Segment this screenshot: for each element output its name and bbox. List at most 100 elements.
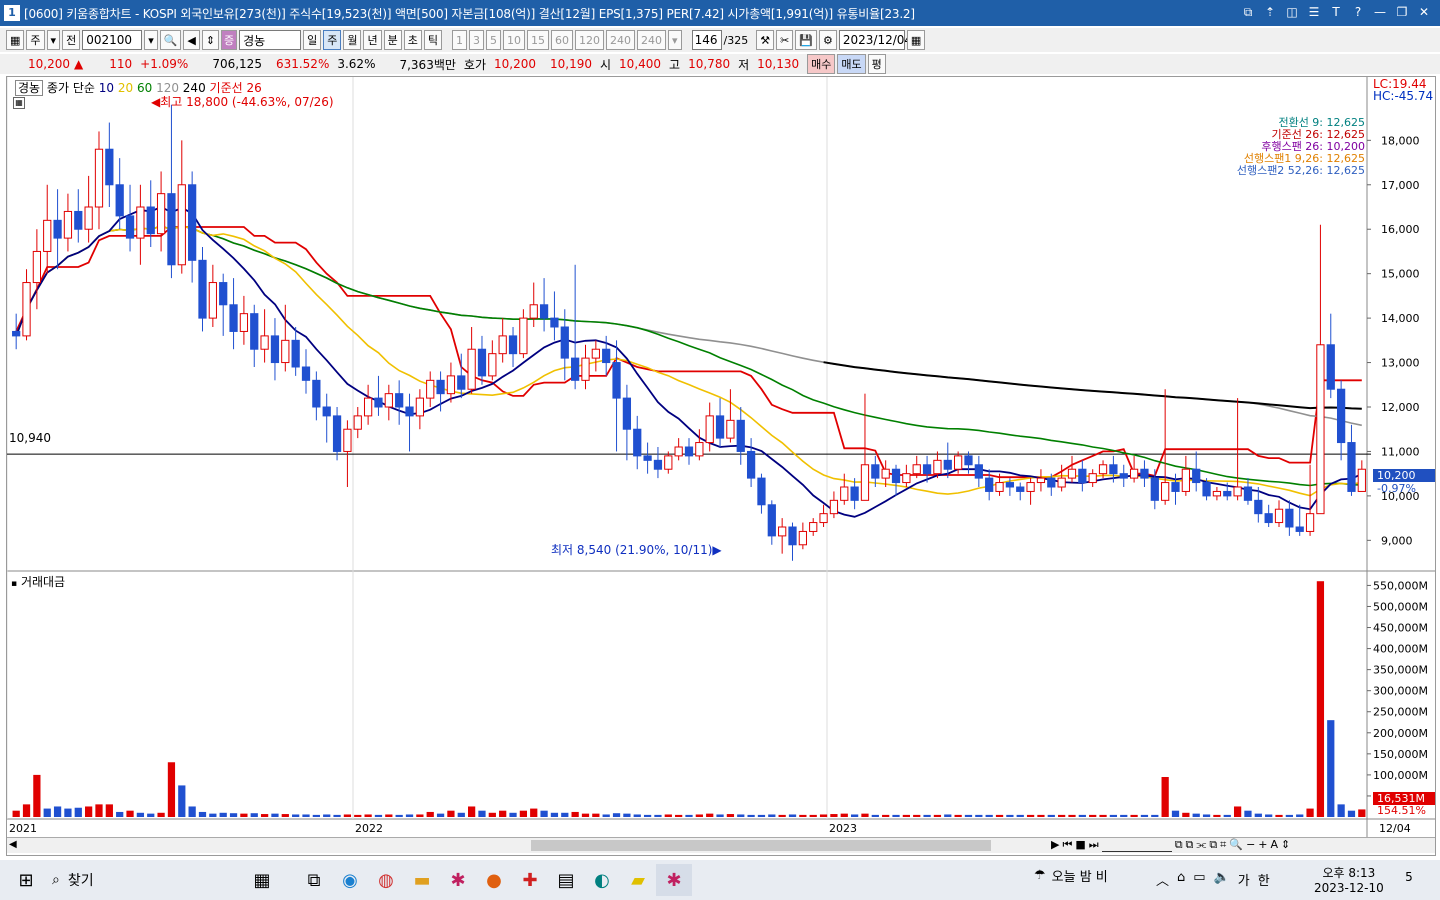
- stock-code-input[interactable]: 002100: [82, 30, 143, 50]
- calendar-icon[interactable]: ▦: [906, 30, 926, 50]
- minute-15[interactable]: 15: [526, 30, 549, 50]
- scroll-thumb[interactable]: [531, 840, 991, 851]
- font-icon[interactable]: A: [1271, 838, 1279, 852]
- lang-mode[interactable]: 한: [1258, 870, 1270, 889]
- task-view-icon[interactable]: ⧉: [296, 864, 332, 896]
- hash-icon[interactable]: ⌗: [1220, 838, 1226, 852]
- eval-button[interactable]: 평: [867, 54, 886, 74]
- minute-10[interactable]: 10: [502, 30, 525, 50]
- maximize-icon[interactable]: ❐: [1394, 4, 1410, 20]
- volume-bar: [1078, 814, 1086, 817]
- ime-mode[interactable]: 가: [1238, 870, 1250, 889]
- stop-icon[interactable]: ■: [1075, 838, 1085, 852]
- candle-body: [332, 415, 342, 452]
- chart-area[interactable]: 18,000 17,000 16,000 15,000 14,000 13,000 12,0…: [6, 76, 1436, 856]
- stock-name-tag[interactable]: 경농: [15, 80, 44, 96]
- search-icon[interactable]: 🔍: [159, 30, 182, 50]
- up-icon[interactable]: ⇡: [1262, 4, 1278, 20]
- zoom-slider[interactable]: [1101, 838, 1172, 852]
- link-icon[interactable]: ⫘: [1196, 838, 1206, 852]
- minimize-icon[interactable]: —: [1372, 4, 1388, 20]
- minute-5[interactable]: 5: [485, 30, 501, 50]
- date-input[interactable]: 2023/12/04: [838, 30, 912, 50]
- kiwoom-icon[interactable]: ✱: [440, 864, 476, 896]
- period-tick[interactable]: 틱: [423, 30, 442, 50]
- close-icon[interactable]: ✕: [1416, 4, 1432, 20]
- explorer-icon[interactable]: ▬: [404, 864, 440, 896]
- period-week[interactable]: 주: [323, 30, 342, 50]
- minute-240[interactable]: 240: [605, 30, 635, 50]
- weather-widget[interactable]: ☂ 오늘 밤 비: [1034, 866, 1108, 885]
- volume-icon[interactable]: 🔈: [1214, 870, 1230, 889]
- scroll-left-icon[interactable]: ◀: [9, 839, 17, 850]
- taskbar-search[interactable]: ⌕ 찾기: [44, 864, 244, 896]
- period-day[interactable]: 일: [303, 30, 322, 50]
- widgets-icon[interactable]: ▦: [244, 864, 280, 896]
- sync-icon[interactable]: ⧉: [1209, 838, 1217, 852]
- windows-start-icon[interactable]: ⊞: [8, 864, 44, 896]
- kiwoom-active-icon[interactable]: ✱: [656, 864, 692, 896]
- code-dropdown-icon[interactable]: ▾: [144, 30, 158, 50]
- list-icon[interactable]: ☰: [1306, 4, 1322, 20]
- period-year[interactable]: 년: [363, 30, 382, 50]
- chevron-up-icon[interactable]: ︿: [1156, 870, 1169, 889]
- monitor-icon[interactable]: ▭: [1193, 870, 1205, 889]
- candle-body: [1295, 526, 1304, 532]
- chart-canvas[interactable]: 18,000 17,000 16,000 15,000 14,000 13,000 12,0…: [7, 77, 1435, 855]
- app-orange-icon[interactable]: ●: [476, 864, 512, 896]
- sticky-notes-icon[interactable]: ▰: [620, 864, 656, 896]
- zoom-out-icon[interactable]: −: [1246, 838, 1255, 852]
- buy-button[interactable]: 매수: [807, 54, 836, 74]
- price-tick-label: 15,000: [1381, 268, 1420, 281]
- period-minute[interactable]: 분: [383, 30, 402, 50]
- restore-icon[interactable]: ⧉: [1240, 4, 1256, 20]
- app-teal-icon[interactable]: ◐: [584, 864, 620, 896]
- volume-bar: [1202, 814, 1211, 817]
- more-icon[interactable]: ⇕: [1281, 838, 1290, 852]
- horizontal-scrollbar[interactable]: ◀ ▶ ⏮ ■ ⏭ ⧉ ⧉ ⫘ ⧉ ⌗ 🔍 − + A ⇕: [7, 837, 1435, 853]
- stock-name-field[interactable]: 경농: [239, 30, 302, 50]
- spin-icon[interactable]: ⇕: [201, 30, 220, 50]
- minute-60[interactable]: 60: [550, 30, 573, 50]
- help-icon[interactable]: ?: [1350, 4, 1366, 20]
- zoom-icon[interactable]: 🔍: [1229, 838, 1243, 852]
- split-icon[interactable]: ◫: [1284, 4, 1300, 20]
- calculator-icon[interactable]: ▤: [548, 864, 584, 896]
- settings-icon[interactable]: ⚙: [819, 30, 837, 50]
- crosshair-icon[interactable]: ✂: [776, 30, 794, 50]
- volume-tick-label: 150,000M: [1373, 748, 1428, 761]
- period-select[interactable]: 주: [26, 30, 45, 50]
- minute-dropdown-icon[interactable]: ▾: [667, 30, 682, 50]
- minute-custom[interactable]: 240: [636, 30, 666, 50]
- chrome-icon[interactable]: ◍: [368, 864, 404, 896]
- minute-120[interactable]: 120: [574, 30, 604, 50]
- dropdown-icon[interactable]: ▾: [46, 30, 61, 50]
- edge-icon[interactable]: ◉: [332, 864, 368, 896]
- network-icon[interactable]: ⌂: [1177, 870, 1185, 889]
- compare-icon[interactable]: ⧉: [1175, 838, 1183, 852]
- text-icon[interactable]: T: [1328, 4, 1344, 20]
- zoom-in-icon[interactable]: +: [1258, 838, 1267, 852]
- tools-icon[interactable]: ⚒: [756, 30, 775, 50]
- window-number[interactable]: 1: [4, 5, 20, 21]
- forward-icon[interactable]: ⏭: [1089, 838, 1099, 852]
- app-red-icon[interactable]: ✚: [512, 864, 548, 896]
- period-second[interactable]: 초: [403, 30, 422, 50]
- table-icon[interactable]: ▦: [13, 97, 25, 109]
- save-icon[interactable]: 💾: [795, 30, 818, 50]
- period-month[interactable]: 월: [343, 30, 362, 50]
- clock[interactable]: 오후 8:13 2023-12-10: [1314, 864, 1384, 895]
- rewind-icon[interactable]: ⏮: [1062, 838, 1072, 852]
- copy-icon[interactable]: ⧉: [1186, 838, 1194, 852]
- jeon-button[interactable]: 전: [62, 30, 81, 50]
- notification-icon[interactable]: 5: [1398, 870, 1420, 892]
- play-icon[interactable]: ▶: [1051, 838, 1059, 852]
- bar-count-input[interactable]: 146: [691, 30, 722, 50]
- speaker-icon[interactable]: ◀: [183, 30, 200, 50]
- candle-body: [622, 397, 632, 430]
- minute-1[interactable]: 1: [451, 30, 467, 50]
- sell-button[interactable]: 매도: [837, 54, 866, 74]
- minute-3[interactable]: 3: [468, 30, 484, 50]
- chart-type-icon[interactable]: ▦: [6, 30, 25, 50]
- volume-bar: [612, 813, 621, 817]
